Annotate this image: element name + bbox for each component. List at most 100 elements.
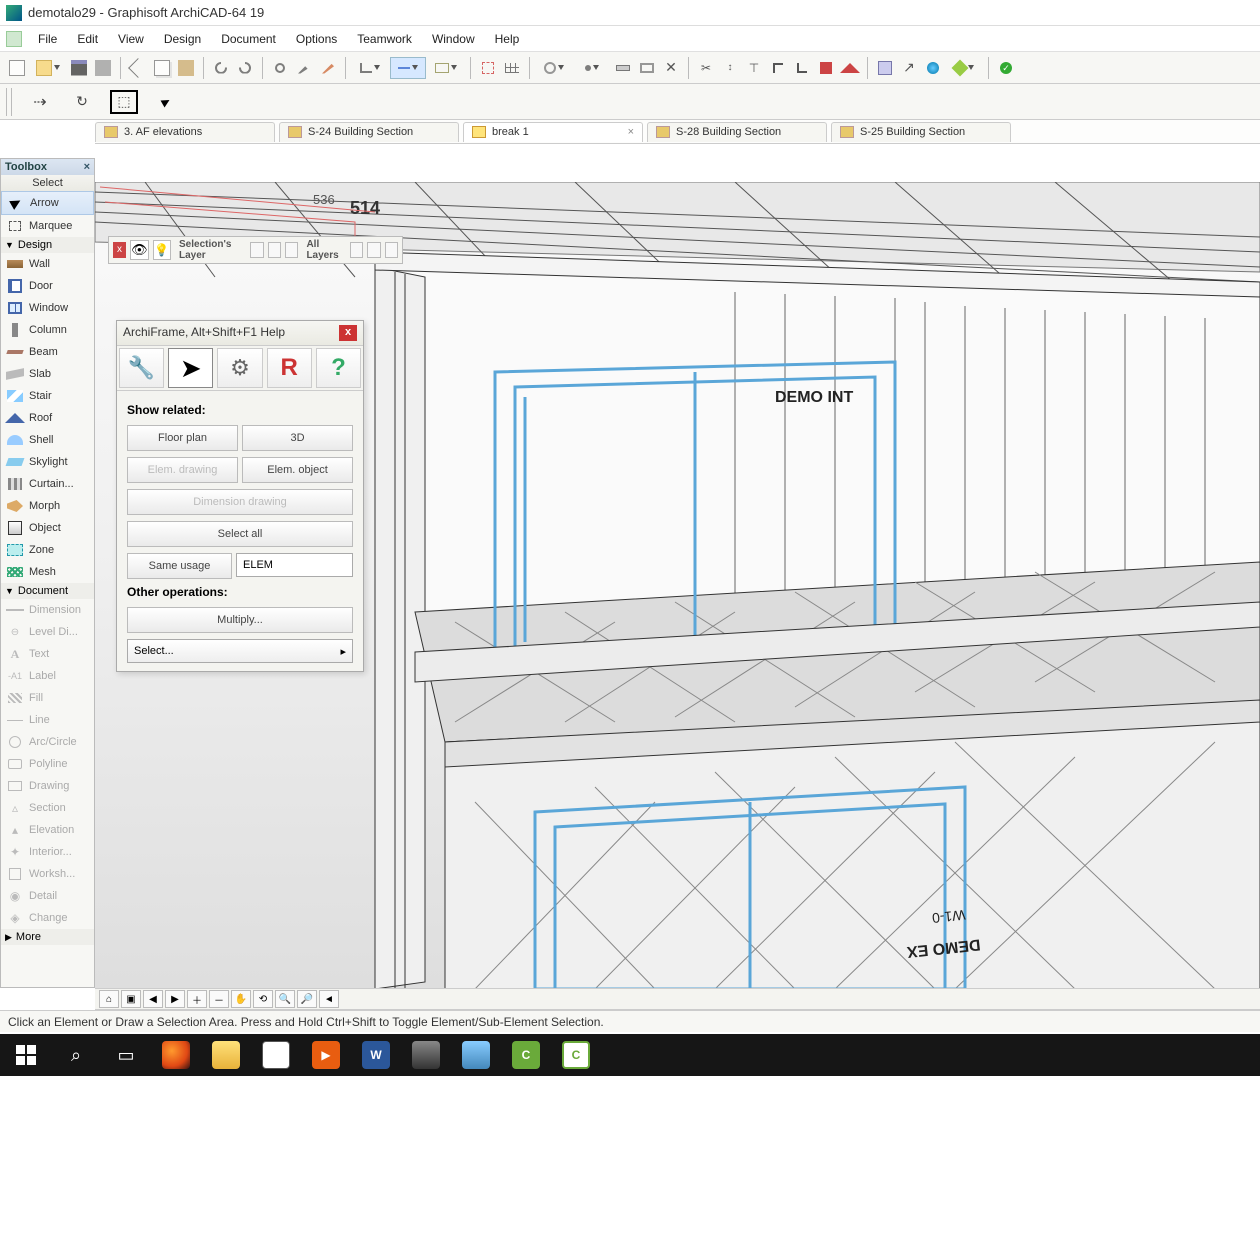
print-button[interactable]	[92, 57, 114, 79]
tool-arrow[interactable]: Arrow	[1, 191, 94, 215]
archiframe-r-button[interactable]: R	[267, 348, 312, 388]
toolbox-more[interactable]: ▶More	[1, 929, 94, 945]
archicad-logo-icon[interactable]	[6, 31, 22, 47]
archiframe-dialog[interactable]: ArchiFrame, Alt+Shift+F1 Help x 🔧 ➤ ⚙ R …	[116, 320, 364, 672]
tool-text[interactable]: AText	[1, 643, 94, 665]
layer-all-b1[interactable]	[350, 242, 363, 258]
tool-zone[interactable]: Zone	[1, 539, 94, 561]
tool-shell[interactable]: Shell	[1, 429, 94, 451]
archiframe-selectall-button[interactable]: Select all	[127, 521, 353, 547]
taskbar-camtasia2[interactable]: C	[556, 1037, 596, 1073]
eyedropper-button[interactable]	[293, 57, 315, 79]
archiframe-gear-button[interactable]: ⚙	[217, 348, 262, 388]
layer-palette[interactable]: x 👁 💡 Selection's Layer All Layers	[108, 236, 403, 264]
attach-button[interactable]: ↗	[898, 57, 920, 79]
menu-document[interactable]: Document	[211, 28, 286, 50]
shape-button[interactable]	[946, 57, 982, 79]
layer-sel-b1[interactable]	[250, 242, 263, 258]
archiframe-floorplan-button[interactable]: Floor plan	[127, 425, 238, 451]
archiframe-elemobj-button[interactable]: Elem. object	[242, 457, 353, 483]
menu-edit[interactable]: Edit	[67, 28, 108, 50]
archiframe-help-button[interactable]: ?	[316, 348, 361, 388]
x-button[interactable]: ✕	[660, 57, 682, 79]
tool-morph[interactable]: Morph	[1, 495, 94, 517]
tool2-pointer-button[interactable]	[152, 90, 180, 114]
tool-mesh[interactable]: Mesh	[1, 561, 94, 583]
tool-change[interactable]: ◈Change	[1, 907, 94, 929]
tool-drawing[interactable]: Drawing	[1, 775, 94, 797]
align-button[interactable]	[390, 57, 426, 79]
open-button[interactable]	[30, 57, 66, 79]
start-button[interactable]	[6, 1037, 46, 1073]
frame-button[interactable]	[636, 57, 658, 79]
adjust-button[interactable]: ↕	[719, 57, 741, 79]
menu-file[interactable]: File	[28, 28, 67, 50]
tool2-cursor-button[interactable]: ⬚	[110, 90, 138, 114]
taskview-button[interactable]: ▭	[106, 1037, 146, 1073]
menu-help[interactable]: Help	[485, 28, 530, 50]
tool-fill[interactable]: Fill	[1, 687, 94, 709]
new-doc-button[interactable]	[6, 57, 28, 79]
layer-close-button[interactable]: x	[113, 242, 126, 258]
tool-leveldim[interactable]: ⊖Level Di...	[1, 621, 94, 643]
layer-sel-b3[interactable]	[285, 242, 298, 258]
archiframe-elem-input[interactable]: ELEM	[236, 553, 353, 577]
menu-window[interactable]: Window	[422, 28, 485, 50]
search-button[interactable]: ⌕	[56, 1037, 96, 1073]
archiframe-settings-button[interactable]: 🔧	[119, 348, 164, 388]
paste-button[interactable]	[175, 57, 197, 79]
tab-elevations[interactable]: 3. AF elevations	[95, 122, 275, 142]
layer-light-button[interactable]: 💡	[153, 240, 171, 260]
tab-close-icon[interactable]: ×	[628, 126, 634, 138]
cut-button[interactable]	[127, 57, 149, 79]
ruler-button[interactable]	[612, 57, 634, 79]
nav-fit-button[interactable]: ▣	[121, 990, 141, 1008]
tab-s25[interactable]: S-25 Building Section	[831, 122, 1011, 142]
tool-window[interactable]: Window	[1, 297, 94, 319]
tool-arc[interactable]: Arc/Circle	[1, 731, 94, 753]
tool-beam[interactable]: Beam	[1, 341, 94, 363]
dot-button[interactable]	[574, 57, 610, 79]
tool-curtain[interactable]: Curtain...	[1, 473, 94, 495]
nav-zoom2-button[interactable]: 🔎	[297, 990, 317, 1008]
archiframe-dimdraw-button[interactable]: Dimension drawing	[127, 489, 353, 515]
grid-button[interactable]	[501, 57, 523, 79]
archiframe-cursor-button[interactable]: ➤	[168, 348, 213, 388]
toolbox-design-header[interactable]: ▼Design	[1, 237, 94, 253]
taskbar-app2[interactable]	[456, 1037, 496, 1073]
archiframe-select-dropdown[interactable]: Select...▸	[127, 639, 353, 663]
taskbar-store[interactable]: 🛍	[256, 1037, 296, 1073]
snap-button[interactable]	[428, 57, 464, 79]
nav-pan-button[interactable]: ✋	[231, 990, 251, 1008]
nav-zoomout-button[interactable]: －	[209, 990, 229, 1008]
toolbox-document-header[interactable]: ▼Document	[1, 583, 94, 599]
menu-design[interactable]: Design	[154, 28, 211, 50]
tool-stair[interactable]: Stair	[1, 385, 94, 407]
taskbar-explorer[interactable]	[206, 1037, 246, 1073]
nav-home-button[interactable]: ⌂	[99, 990, 119, 1008]
zoom-button[interactable]	[269, 57, 291, 79]
scissors-button[interactable]: ✂	[695, 57, 717, 79]
pencil-button[interactable]	[317, 57, 339, 79]
taskbar-camtasia1[interactable]: C	[506, 1037, 546, 1073]
taskbar-word[interactable]: W	[356, 1037, 396, 1073]
tool-polyline[interactable]: Polyline	[1, 753, 94, 775]
nav-scroll-left[interactable]: ◄	[319, 990, 339, 1008]
nav-zoomin-button[interactable]: ＋	[187, 990, 207, 1008]
tool-object[interactable]: Object	[1, 517, 94, 539]
tool-dimension[interactable]: Dimension	[1, 599, 94, 621]
tool-roof[interactable]: Roof	[1, 407, 94, 429]
redo-button[interactable]	[234, 57, 256, 79]
trim-button[interactable]: ⊤	[743, 57, 765, 79]
tool-elevation[interactable]: ▴Elevation	[1, 819, 94, 841]
model-button[interactable]	[874, 57, 896, 79]
close-icon[interactable]: ×	[84, 161, 90, 173]
check-button[interactable]: ✓	[995, 57, 1017, 79]
taskbar-firefox[interactable]	[156, 1037, 196, 1073]
tool-column[interactable]: Column	[1, 319, 94, 341]
tool-worksheet[interactable]: Worksh...	[1, 863, 94, 885]
undo-button[interactable]	[210, 57, 232, 79]
tool2-rotate-button[interactable]: ↻	[68, 90, 96, 114]
angle-button[interactable]	[352, 57, 388, 79]
nav-prev-button[interactable]: ◀	[143, 990, 163, 1008]
